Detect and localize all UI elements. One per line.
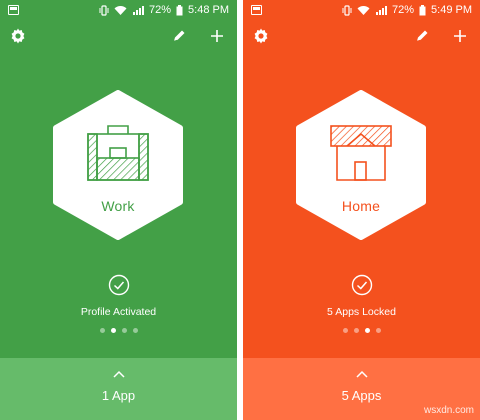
chevron-up-icon <box>355 370 368 378</box>
add-plus-icon[interactable] <box>205 24 229 48</box>
toolbar <box>243 24 480 48</box>
notification-icon <box>8 5 19 15</box>
briefcase-icon <box>87 125 149 181</box>
add-plus-icon[interactable] <box>448 24 472 48</box>
check-circle-icon <box>351 274 372 296</box>
status-bar: 72% 5:49 PM <box>243 0 480 20</box>
edit-pencil-icon[interactable] <box>410 24 434 48</box>
battery-icon <box>419 4 426 15</box>
profile-name: Work <box>101 198 135 214</box>
battery-percent: 72% <box>149 4 172 16</box>
wifi-icon <box>114 5 127 15</box>
vibrate-icon <box>99 4 109 16</box>
wifi-icon <box>357 5 370 15</box>
apps-panel-toggle[interactable]: 1 App <box>0 358 237 420</box>
status-bar: 72% 5:48 PM <box>0 0 237 20</box>
profile-hexagon[interactable]: Home <box>291 90 431 240</box>
edit-pencil-icon[interactable] <box>167 24 191 48</box>
watermark: wsxdn.com <box>423 405 474 416</box>
profile-hexagon[interactable]: Work <box>48 90 188 240</box>
battery-icon <box>176 4 183 15</box>
signal-icon <box>133 5 144 15</box>
page-indicator <box>243 328 480 333</box>
check-circle-icon <box>108 274 129 296</box>
work-profile-screen: 72% 5:48 PM Work Profile Activated 1 App <box>0 0 237 420</box>
battery-percent: 72% <box>392 4 415 16</box>
profile-status: 5 Apps Locked <box>243 274 480 318</box>
page-dot-active <box>364 328 370 333</box>
clock: 5:48 PM <box>188 4 229 16</box>
status-text: Profile Activated <box>80 306 157 318</box>
page-dot-active <box>110 328 116 333</box>
signal-icon <box>376 5 387 15</box>
profile-status: Profile Activated <box>0 274 237 318</box>
page-dot <box>375 328 381 333</box>
chevron-up-icon <box>112 370 125 378</box>
page-dot <box>121 328 127 333</box>
page-dot <box>342 328 348 333</box>
notification-icon <box>251 5 262 15</box>
apps-count: 5 Apps <box>341 388 382 403</box>
page-dot <box>99 328 105 333</box>
apps-count: 1 App <box>101 388 136 403</box>
house-icon <box>330 125 392 181</box>
clock: 5:49 PM <box>431 4 472 16</box>
vibrate-icon <box>342 4 352 16</box>
settings-gear-icon[interactable] <box>249 24 273 48</box>
page-dot <box>132 328 138 333</box>
profile-name: Home <box>341 198 381 214</box>
home-profile-screen: 72% 5:49 PM Home 5 Apps Locked 5 Apps ws… <box>243 0 480 420</box>
toolbar <box>0 24 237 48</box>
page-dot <box>353 328 359 333</box>
settings-gear-icon[interactable] <box>6 24 30 48</box>
page-indicator <box>0 328 237 333</box>
status-text: 5 Apps Locked <box>327 306 396 318</box>
